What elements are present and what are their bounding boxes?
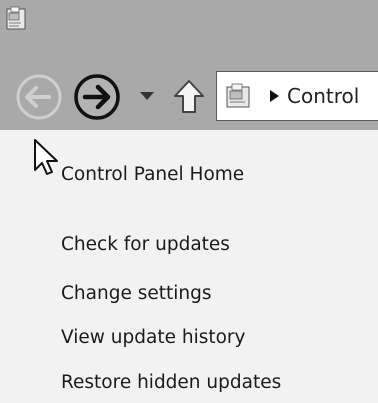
address-bar[interactable]: Control <box>216 71 378 121</box>
back-arrow-icon[interactable] <box>14 72 64 122</box>
chevron-down-icon[interactable] <box>138 88 156 104</box>
triangle-right-icon[interactable] <box>267 88 281 104</box>
check-for-updates-link[interactable]: Check for updates <box>61 234 230 255</box>
restore-hidden-updates-link[interactable]: Restore hidden updates <box>61 372 281 393</box>
forward-arrow-icon[interactable] <box>72 72 122 122</box>
address-path-text[interactable]: Control <box>287 84 359 108</box>
title-bar <box>0 0 378 62</box>
change-settings-link[interactable]: Change settings <box>61 283 211 304</box>
navigation-bar: Control <box>0 62 378 130</box>
mouse-pointer-icon <box>34 139 58 175</box>
control-panel-home-link[interactable]: Control Panel Home <box>61 164 244 185</box>
up-arrow-icon[interactable] <box>172 78 206 116</box>
control-panel-icon <box>6 6 26 30</box>
control-panel-icon <box>226 83 250 108</box>
view-update-history-link[interactable]: View update history <box>61 327 245 348</box>
